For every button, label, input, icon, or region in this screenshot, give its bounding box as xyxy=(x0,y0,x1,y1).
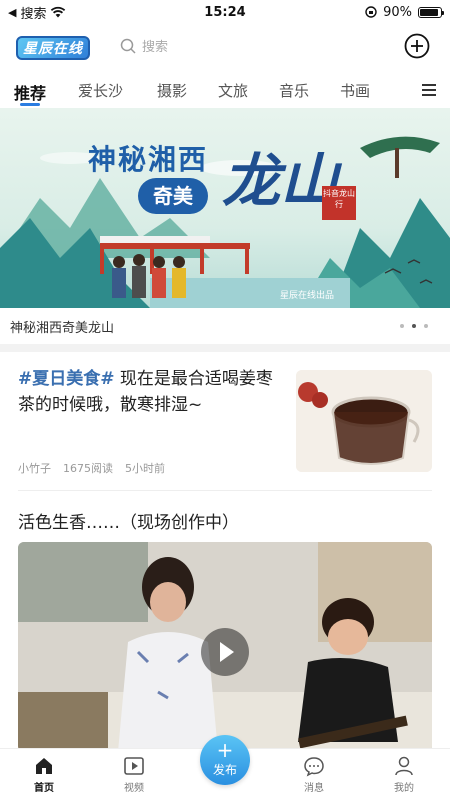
banner-title-line2: 奇美 xyxy=(138,178,208,214)
menu-icon[interactable] xyxy=(422,84,436,99)
search-icon xyxy=(120,38,136,54)
battery-percent: 90% xyxy=(383,4,412,20)
article-card[interactable]: #夏日美食# 现在是最合适喝姜枣茶的时候哦，散寒排湿~ 小竹子 1675阅读 5… xyxy=(0,352,450,488)
play-icon[interactable] xyxy=(201,628,249,676)
message-icon xyxy=(304,757,324,777)
nav-home-label: 首页 xyxy=(34,783,54,794)
article-thumbnail[interactable] xyxy=(296,370,432,472)
nav-video-label: 视频 xyxy=(124,783,144,794)
orientation-lock-icon xyxy=(365,6,377,18)
article-author: 小竹子 xyxy=(18,462,51,475)
tab-calligraphy[interactable]: 书画 xyxy=(340,80,370,101)
user-icon xyxy=(395,756,413,776)
tab-music[interactable]: 音乐 xyxy=(279,80,309,101)
publish-button[interactable]: + 发布 xyxy=(200,735,250,785)
plus-icon: + xyxy=(216,738,234,762)
carousel-dot[interactable] xyxy=(400,324,404,328)
nav-messages-label: 消息 xyxy=(304,783,324,794)
video-player[interactable] xyxy=(18,542,432,752)
banner-title-big: 龙山 xyxy=(222,147,339,215)
nav-profile-label: 我的 xyxy=(394,783,414,794)
search-placeholder: 搜索 xyxy=(142,40,169,55)
video-icon xyxy=(124,757,144,775)
plus-circle-icon[interactable] xyxy=(404,33,430,59)
video-title[interactable]: 活色生香……（现场创作中） xyxy=(18,508,239,533)
search-bar[interactable]: 搜索 xyxy=(120,36,168,55)
home-icon xyxy=(36,758,52,774)
section-gap xyxy=(0,344,450,352)
banner-caption[interactable]: 神秘湘西奇美龙山 xyxy=(0,308,450,344)
app-header: 星辰在线 搜索 xyxy=(0,28,450,66)
banner-caption-text: 神秘湘西奇美龙山 xyxy=(10,320,115,336)
tab-recommend[interactable]: 推荐 xyxy=(14,80,46,104)
carousel-dot[interactable] xyxy=(424,324,428,328)
tab-love-changsha[interactable]: 爱长沙 xyxy=(78,80,123,101)
status-right: 90% xyxy=(365,4,444,20)
tea-cup-image xyxy=(296,370,432,472)
publish-label: 发布 xyxy=(212,763,237,777)
tab-photography[interactable]: 摄影 xyxy=(157,80,187,101)
battery-icon xyxy=(418,6,444,18)
banner-seal: 抖音龙山行 xyxy=(322,186,356,220)
divider xyxy=(18,490,432,491)
nav-messages[interactable]: 消息 xyxy=(284,755,344,794)
banner-image[interactable]: 神秘湘西 奇美 龙山 抖音龙山行 星辰在线出品 xyxy=(0,108,450,308)
active-tab-indicator xyxy=(20,103,40,106)
banner-title-line1: 神秘湘西 xyxy=(88,143,209,176)
nav-home[interactable]: 首页 xyxy=(14,755,74,794)
article-title[interactable]: #夏日美食# 现在是最合适喝姜枣茶的时候哦，散寒排湿~ xyxy=(18,366,286,418)
carousel-dots xyxy=(400,324,428,328)
article-meta: 小竹子 1675阅读 5小时前 xyxy=(18,460,165,476)
bottom-nav: 首页 视频 + 发布 消息 我的 xyxy=(0,735,450,800)
banner-credit: 星辰在线出品 xyxy=(280,291,335,301)
carousel-dot[interactable] xyxy=(412,324,416,328)
article-reads: 1675阅读 xyxy=(63,462,113,475)
battery-fill xyxy=(420,8,438,16)
app-logo[interactable]: 星辰在线 xyxy=(16,36,90,60)
nav-video[interactable]: 视频 xyxy=(104,755,164,794)
article-tag[interactable]: #夏日美食# xyxy=(18,369,115,389)
status-bar: ◀ 搜索 15:24 90% xyxy=(0,0,450,24)
tab-culture-travel[interactable]: 文旅 xyxy=(218,80,248,101)
article-time: 5小时前 xyxy=(125,462,165,475)
nav-profile[interactable]: 我的 xyxy=(374,755,434,794)
category-tabs: 推荐 爱长沙 摄影 文旅 音乐 书画 xyxy=(0,74,450,106)
